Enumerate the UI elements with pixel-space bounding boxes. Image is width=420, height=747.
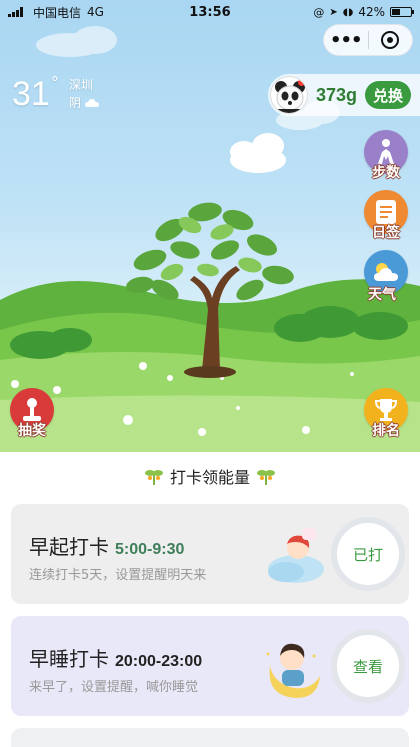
ranking-label: 排名 xyxy=(372,423,400,439)
sprout-icon xyxy=(257,470,275,485)
card-time-range: 20:00-23:00 xyxy=(115,653,203,670)
card-title: 早睡打卡 xyxy=(29,647,109,671)
moon-girl-illustration xyxy=(266,643,320,698)
card-time-range: 5:00-9:30 xyxy=(115,541,185,558)
temperature: 31 xyxy=(12,75,50,113)
weather-label: 天气 xyxy=(368,287,396,303)
view-button[interactable]: 查看 xyxy=(331,629,405,703)
sun-cloud-icon xyxy=(374,263,398,281)
location-icon: ➤ xyxy=(329,6,338,18)
city-name: 深圳 xyxy=(68,78,93,92)
battery-percent: 42% xyxy=(358,5,385,19)
battery-icon xyxy=(390,7,414,17)
card-description: 连续打卡5天，设置提醒明天来 xyxy=(29,568,207,583)
weather-condition: 阴 xyxy=(68,96,81,110)
sprout-icon xyxy=(144,470,163,485)
garden-scene: 中国电信 4G 13:56 @ ➤ ◖◗ 42% ••• 31 ° 深圳 阴 3… xyxy=(0,0,420,452)
section-title: 打卡领能量 xyxy=(169,468,250,487)
miniprogram-capsule: ••• xyxy=(323,24,413,56)
degree-symbol: ° xyxy=(50,73,59,92)
panda-avatar-icon[interactable] xyxy=(270,76,308,114)
checked-in-button[interactable]: 已打 xyxy=(331,517,405,591)
notification-dot xyxy=(298,79,305,86)
steps-label: 步数 xyxy=(372,165,400,181)
energy-panel: 373g 兑换 xyxy=(268,74,420,116)
checkin-card-night[interactable]: 早睡打卡 20:00-23:00 来早了，设置提醒，喊你睡觉 查看 xyxy=(11,616,409,716)
status-bar: 中国电信 4G 13:56 @ ➤ ◖◗ 42% xyxy=(0,0,420,24)
tree-illustration[interactable] xyxy=(110,190,310,380)
section-header: 打卡领能量 xyxy=(0,462,420,490)
close-button[interactable] xyxy=(369,25,413,55)
lottery-label: 抽奖 xyxy=(18,423,46,439)
more-dots-icon: ••• xyxy=(329,29,363,51)
card-title: 早起打卡 xyxy=(29,535,109,559)
card-description: 来早了，设置提醒，喊你睡觉 xyxy=(29,680,199,695)
energy-amount: 373g xyxy=(316,84,358,105)
headphones-icon: ◖◗ xyxy=(342,6,354,18)
more-button[interactable]: ••• xyxy=(324,25,368,55)
cloud-icon xyxy=(84,99,99,107)
weather-widget: 31 ° 深圳 阴 xyxy=(12,74,99,114)
lock-rotation-icon: @ xyxy=(313,5,325,19)
exchange-button[interactable]: 兑换 xyxy=(365,81,412,109)
checkin-card-morning[interactable]: 早起打卡 5:00-9:30 连续打卡5天，设置提醒明天来 已打 xyxy=(11,504,409,604)
diary-label: 日签 xyxy=(372,225,400,241)
sleeping-girl-illustration xyxy=(268,528,324,583)
target-close-icon xyxy=(381,31,400,49)
checkin-card-partial xyxy=(11,728,409,747)
